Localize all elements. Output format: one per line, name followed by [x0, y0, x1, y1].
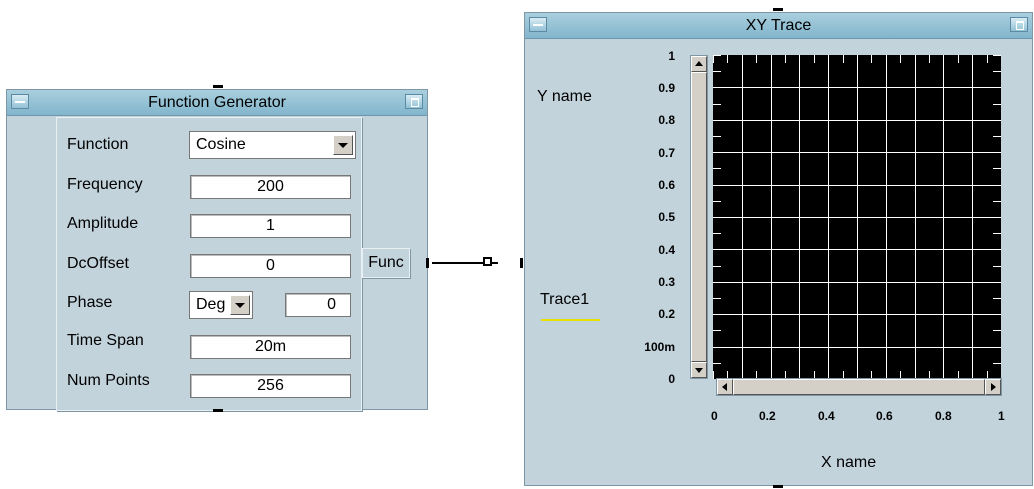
dcoffset-label: DcOffset	[67, 255, 129, 272]
minimize-button[interactable]	[529, 17, 547, 32]
wire-terminal	[483, 257, 492, 266]
x-tick-label: 0.6	[876, 409, 893, 423]
xy-trace-title: XY Trace	[745, 17, 812, 34]
phase-unit-select[interactable]: Deg	[189, 291, 253, 319]
x-tick-label: 1	[998, 409, 1005, 423]
xy-trace-window[interactable]: XY Trace Y name Trace1 1 0.9 0.8 0.7 0.6…	[524, 12, 1033, 486]
y-tick-label: 1	[668, 49, 675, 63]
arrow-up-icon	[695, 61, 703, 66]
arrow-left-icon	[722, 383, 727, 391]
trace-legend-line	[541, 319, 600, 321]
arrow-down-icon	[695, 368, 703, 373]
function-generator-window[interactable]: Function Generator Function Cosine Frequ…	[6, 89, 428, 411]
frequency-field[interactable]: 200	[190, 175, 351, 199]
y-tick-label: 0.5	[658, 210, 675, 224]
num-points-label: Num Points	[67, 372, 150, 389]
wire	[432, 262, 484, 264]
y-tick-label: 0.6	[658, 178, 675, 192]
y-tick-label: 0.2	[658, 307, 675, 321]
xy-trace-titlebar[interactable]: XY Trace	[525, 13, 1032, 39]
y-tick-label: 0.8	[658, 113, 675, 127]
x-scrollbar[interactable]	[716, 378, 1002, 396]
maximize-button[interactable]	[405, 94, 423, 109]
y-scrollbar[interactable]	[690, 55, 708, 379]
y-scroll-thumb[interactable]	[691, 72, 707, 362]
sequence-in-pin[interactable]	[213, 85, 223, 88]
amplitude-field[interactable]: 1	[190, 214, 351, 238]
num-points-field[interactable]: 256	[190, 374, 351, 398]
x-tick-label: 0.8	[935, 409, 952, 423]
plot-area[interactable]	[713, 55, 1001, 379]
x-axis-name: X name	[821, 454, 877, 471]
function-generator-titlebar[interactable]: Function Generator	[7, 90, 427, 116]
phase-unit-value: Deg	[196, 296, 226, 313]
y-tick-label: 0	[668, 372, 675, 386]
x-tick-label: 0.4	[818, 409, 835, 423]
time-span-field[interactable]: 20m	[190, 335, 351, 359]
y-tick-label: 0.4	[658, 243, 675, 257]
arrow-right-icon	[991, 383, 996, 391]
scroll-down-button[interactable]	[691, 362, 707, 378]
y-tick-label: 0.9	[658, 81, 675, 95]
dcoffset-field[interactable]: 0	[190, 254, 351, 278]
sequence-out-pin[interactable]	[773, 485, 783, 488]
x-tick-label: 0	[711, 409, 718, 423]
func-output-terminal[interactable]	[426, 258, 429, 268]
time-span-label: Time Span	[67, 332, 144, 349]
scroll-right-button[interactable]	[985, 379, 1001, 395]
phase-label: Phase	[67, 294, 113, 311]
y-axis-name: Y name	[537, 88, 592, 105]
function-select[interactable]: Cosine	[189, 131, 356, 159]
sequence-in-pin[interactable]	[773, 8, 783, 11]
y-tick-label: 0.7	[658, 146, 675, 160]
chevron-down-icon[interactable]	[333, 135, 353, 155]
function-value: Cosine	[196, 136, 246, 153]
y-tick-label: 0.3	[658, 275, 675, 289]
chevron-down-icon[interactable]	[230, 295, 250, 315]
func-output-pin[interactable]: Func	[362, 248, 410, 278]
trace-legend-label: Trace1	[540, 291, 590, 308]
amplitude-label: Amplitude	[67, 215, 139, 232]
wire-stub	[492, 262, 498, 264]
y-tick-labels: 1 0.9 0.8 0.7 0.6 0.5 0.4 0.3 0.2 100m 0	[615, 49, 675, 389]
phase-field[interactable]: 0	[285, 293, 351, 317]
minimize-button[interactable]	[11, 94, 29, 109]
y-tick-label: 100m	[644, 340, 675, 354]
data-input-terminal[interactable]	[520, 258, 523, 268]
x-tick-label: 0.2	[759, 409, 776, 423]
x-scroll-thumb[interactable]	[733, 379, 985, 395]
scroll-left-button[interactable]	[717, 379, 733, 395]
parameters-panel: Function Cosine Frequency 200 Amplitude …	[56, 117, 362, 411]
maximize-button[interactable]	[1010, 17, 1028, 32]
function-label: Function	[67, 136, 129, 153]
func-output-label: Func	[368, 254, 404, 271]
function-generator-title: Function Generator	[148, 94, 286, 111]
sequence-out-pin[interactable]	[213, 409, 223, 412]
scroll-up-button[interactable]	[691, 56, 707, 72]
frequency-label: Frequency	[67, 176, 143, 193]
x-tick-labels: 0 0.2 0.4 0.6 0.8 1	[685, 409, 1025, 429]
